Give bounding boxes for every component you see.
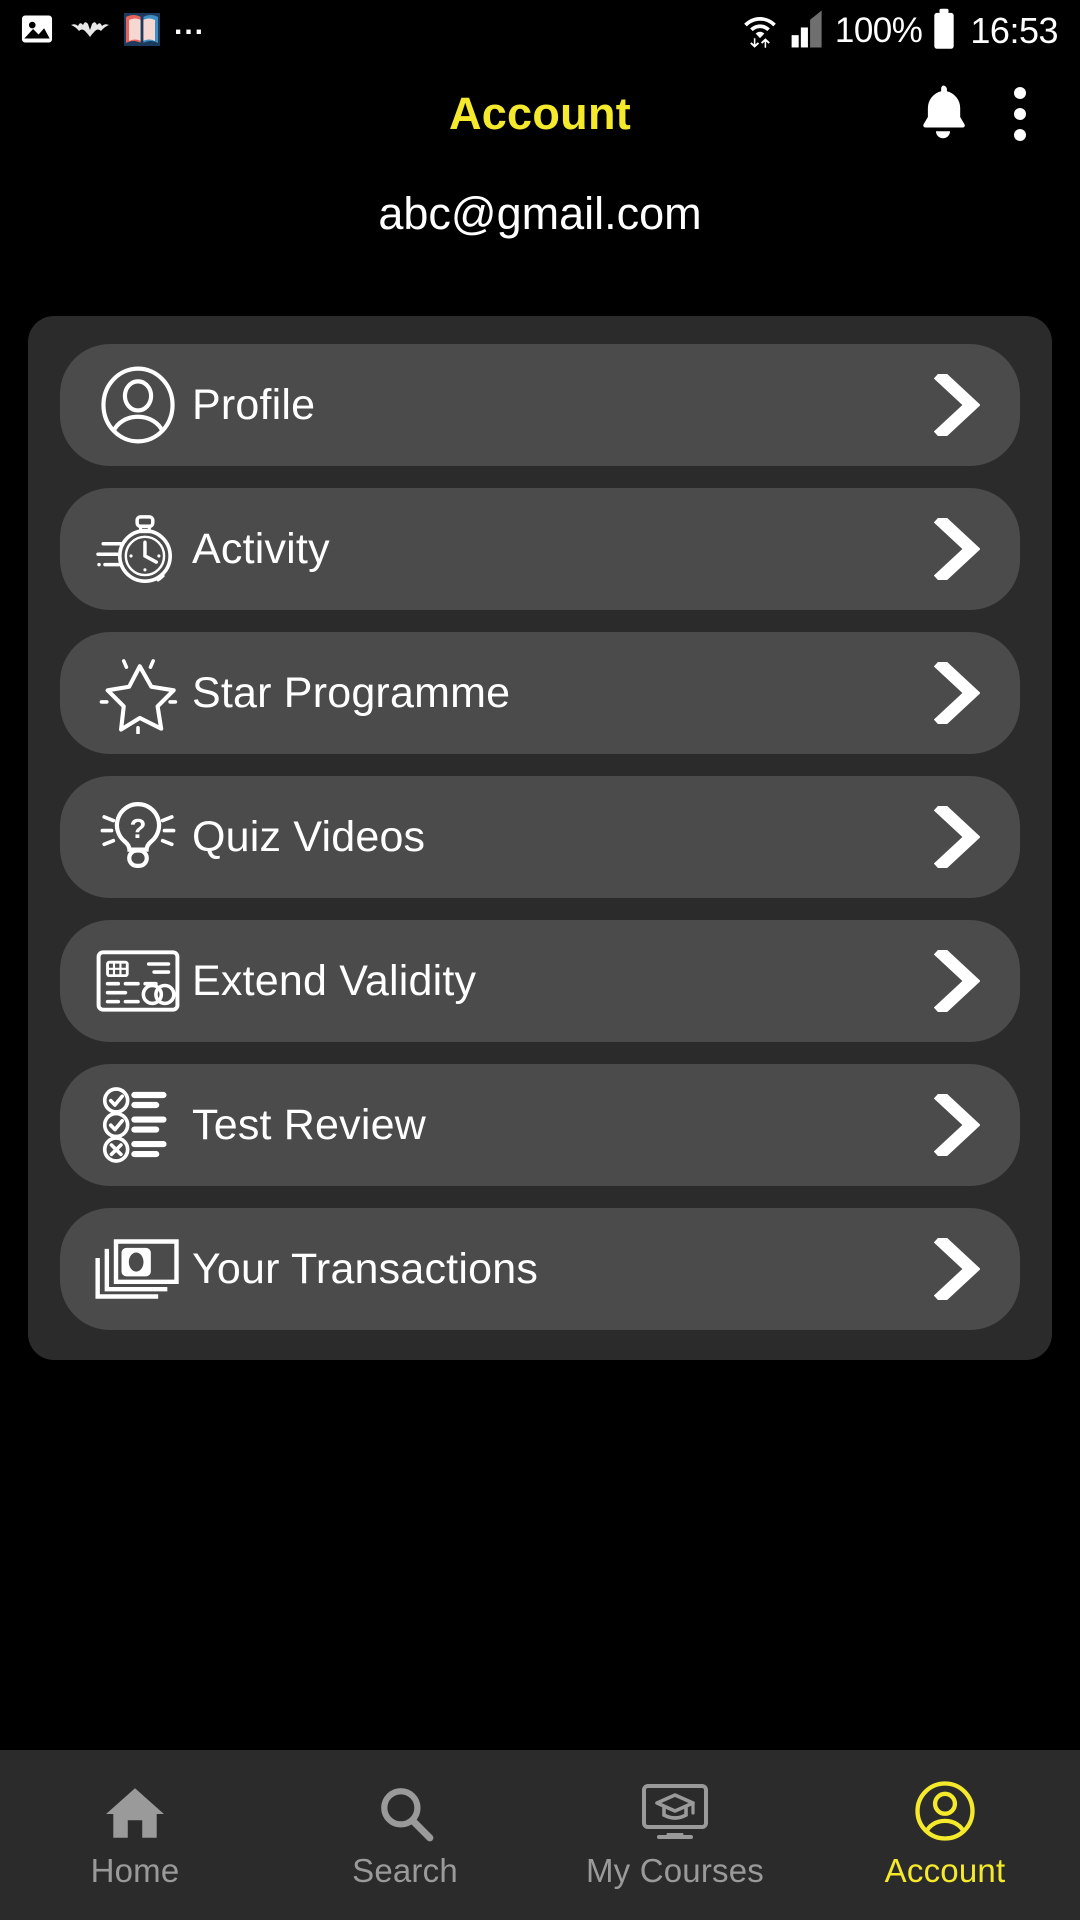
checklist-icon — [84, 1085, 192, 1165]
chevron-right-icon — [934, 1094, 984, 1156]
user-circle-icon — [84, 365, 192, 445]
user-circle-icon — [914, 1780, 976, 1842]
menu-item-your-transactions[interactable]: Your Transactions — [60, 1208, 1020, 1330]
bat-icon — [70, 16, 110, 47]
menu-item-quiz-videos[interactable]: ? Quiz Videos — [60, 776, 1020, 898]
menu-item-extend-validity[interactable]: Extend Validity — [60, 920, 1020, 1042]
stopwatch-icon — [84, 509, 192, 589]
chevron-right-icon — [934, 1238, 984, 1300]
banknotes-icon — [84, 1236, 192, 1302]
nav-item-label: Home — [90, 1852, 180, 1889]
id-card-icon — [84, 947, 192, 1015]
nav-item-search[interactable]: Search — [270, 1750, 540, 1920]
nav-item-my-courses[interactable]: My Courses — [540, 1750, 810, 1920]
status-bar-right: 100% 16:53 — [741, 8, 1058, 55]
account-menu-card: Profile Activity Star Programme ? Quiz V… — [28, 316, 1052, 1360]
monitor-graduation-icon — [640, 1780, 710, 1842]
status-bar-clock: 16:53 — [970, 10, 1058, 51]
cellular-signal-icon — [789, 9, 825, 54]
chevron-right-icon — [934, 374, 984, 436]
page-title: Account — [448, 88, 632, 139]
menu-card-wrapper: Profile Activity Star Programme ? Quiz V… — [0, 316, 1080, 1750]
menu-item-label: Extend Validity — [192, 956, 477, 1005]
menu-item-profile[interactable]: Profile — [60, 344, 1020, 466]
chevron-right-icon — [934, 518, 984, 580]
battery-percent-label: 100% — [834, 11, 923, 50]
wifi-icon — [741, 9, 779, 54]
nav-item-account[interactable]: Account — [810, 1750, 1080, 1920]
menu-item-star-programme[interactable]: Star Programme — [60, 632, 1020, 754]
nav-item-label: Account — [884, 1852, 1006, 1889]
bottom-navigation: Home Search My Courses Account — [0, 1750, 1080, 1920]
status-bar-overflow: ... — [174, 8, 206, 41]
menu-item-activity[interactable]: Activity — [60, 488, 1020, 610]
menu-item-label: Your Transactions — [192, 1244, 539, 1293]
chevron-right-icon — [934, 662, 984, 724]
menu-item-label: Quiz Videos — [192, 812, 426, 861]
app-root: ... 100% 16:53 Account abc@gmail.com Pro… — [0, 0, 1080, 1920]
app-header: Account — [0, 62, 1080, 166]
status-bar-left: ... — [18, 10, 205, 53]
chevron-right-icon — [934, 950, 984, 1012]
lightbulb-question-icon: ? — [84, 795, 192, 879]
search-icon — [376, 1780, 434, 1842]
open-book-icon — [124, 10, 160, 53]
nav-item-home[interactable]: Home — [0, 1750, 270, 1920]
home-icon — [104, 1780, 166, 1842]
nav-item-label: My Courses — [585, 1852, 765, 1889]
battery-full-icon — [932, 8, 956, 55]
menu-item-label: Star Programme — [192, 668, 511, 717]
svg-text:?: ? — [130, 813, 147, 844]
menu-item-test-review[interactable]: Test Review — [60, 1064, 1020, 1186]
gallery-image-icon — [18, 10, 56, 53]
menu-item-label: Profile — [192, 380, 316, 429]
account-email-section: abc@gmail.com — [0, 166, 1080, 316]
account-email: abc@gmail.com — [378, 188, 702, 239]
menu-item-label: Activity — [192, 524, 330, 573]
nav-item-label: Search — [352, 1852, 458, 1889]
status-bar: ... 100% 16:53 — [0, 0, 1080, 62]
star-sparkle-icon — [84, 652, 192, 734]
chevron-right-icon — [934, 806, 984, 868]
menu-item-label: Test Review — [192, 1100, 426, 1149]
